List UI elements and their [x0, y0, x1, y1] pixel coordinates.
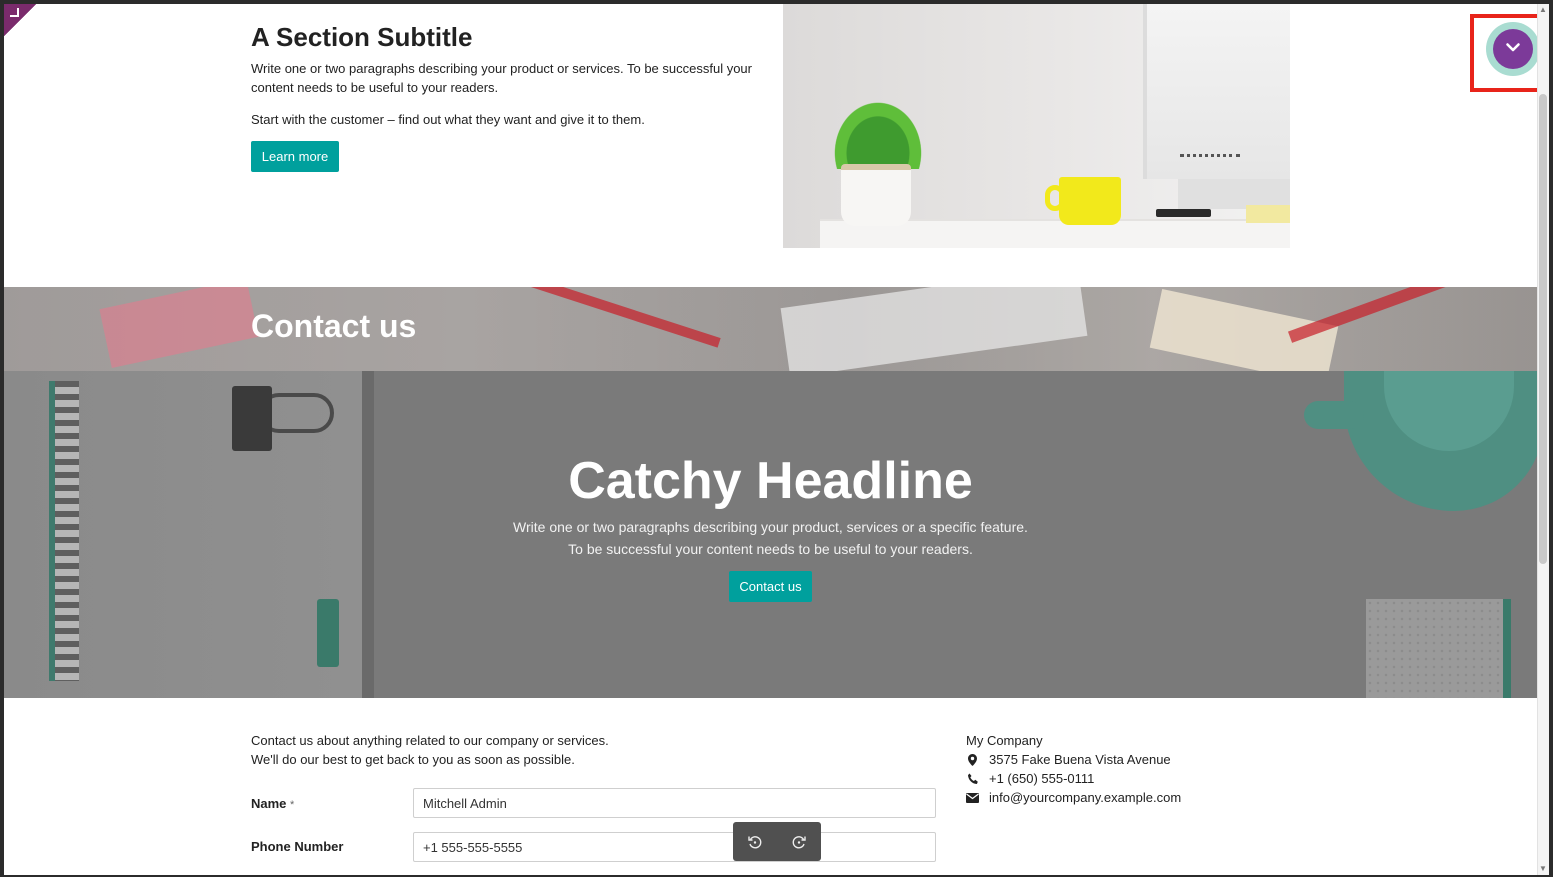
- band-decor: [780, 287, 1088, 371]
- contact-header-band: [4, 287, 1537, 371]
- band-decor: [527, 287, 721, 348]
- phone-field[interactable]: +1 555-555-5555: [413, 832, 936, 862]
- teapot-spout: [1304, 401, 1364, 429]
- undo-redo-toolbar: [733, 822, 821, 861]
- phone-label: Phone Number: [251, 839, 344, 854]
- company-address: 3575 Fake Buena Vista Avenue: [966, 750, 1181, 769]
- scroll-up-icon[interactable]: ▲: [1539, 6, 1547, 14]
- keyboard-detail: [1180, 154, 1240, 158]
- catchy-line: To be successful your content needs to b…: [568, 541, 973, 557]
- sticky-notes-shape: [1246, 205, 1290, 223]
- learn-more-button[interactable]: Learn more: [251, 141, 339, 172]
- binder-clip: [232, 386, 272, 451]
- intro-line: We'll do our best to get back to you as …: [251, 752, 575, 767]
- company-info: My Company 3575 Fake Buena Vista Avenue …: [966, 731, 1181, 807]
- contact-us-button[interactable]: Contact us: [729, 571, 812, 602]
- band-decor: [99, 287, 259, 368]
- address-text: 3575 Fake Buena Vista Avenue: [989, 752, 1171, 767]
- desk-image: [783, 4, 1290, 248]
- envelope-icon: [966, 792, 979, 803]
- catchy-paragraph: Write one or two paragraphs describing y…: [4, 516, 1537, 560]
- phone-icon: [966, 773, 979, 785]
- undo-icon[interactable]: [745, 832, 765, 852]
- dot-notepad: [1366, 599, 1511, 698]
- name-field[interactable]: Mitchell Admin: [413, 788, 936, 818]
- monitor-shape: [1143, 4, 1290, 179]
- form-intro: Contact us about anything related to our…: [251, 731, 751, 769]
- text-image-section: A Section Subtitle Write one or two para…: [4, 4, 1537, 287]
- eraser-shape: [317, 599, 339, 667]
- section-paragraph: Start with the customer – find out what …: [251, 112, 645, 127]
- page-scrollbar[interactable]: ▲ ▼: [1537, 4, 1549, 875]
- phone-shape: [1156, 209, 1211, 217]
- redo-icon[interactable]: [789, 832, 809, 852]
- section-subtitle: A Section Subtitle: [251, 22, 473, 52]
- editor-toggle-button[interactable]: [1486, 22, 1540, 76]
- contact-title: Contact us: [251, 308, 417, 344]
- company-email: info@yourcompany.example.com: [966, 788, 1181, 807]
- catchy-line: Write one or two paragraphs describing y…: [513, 519, 1028, 535]
- required-marker: *: [290, 799, 295, 811]
- toggle-inner: [1493, 29, 1533, 69]
- section-paragraph: Write one or two paragraphs describing y…: [251, 61, 752, 95]
- mug-shape: [1059, 177, 1121, 225]
- plant-shape: [823, 89, 933, 169]
- page-frame: A Section Subtitle Write one or two para…: [4, 4, 1549, 875]
- scroll-down-icon[interactable]: ▼: [1539, 865, 1547, 873]
- email-text[interactable]: info@yourcompany.example.com: [989, 788, 1181, 807]
- company-phone: +1 (650) 555-0111: [966, 769, 1181, 788]
- scrollbar-thumb[interactable]: [1539, 94, 1547, 564]
- catchy-headline: Catchy Headline: [568, 452, 973, 510]
- map-marker-icon: [966, 753, 979, 766]
- chevron-down-icon: [1505, 40, 1521, 58]
- intro-line: Contact us about anything related to our…: [251, 733, 609, 748]
- phone-text: +1 (650) 555-0111: [989, 771, 1095, 786]
- name-label: Name *: [251, 796, 294, 811]
- pot-shape: [841, 164, 911, 226]
- company-name: My Company: [966, 733, 1043, 748]
- name-label-text: Name: [251, 796, 287, 811]
